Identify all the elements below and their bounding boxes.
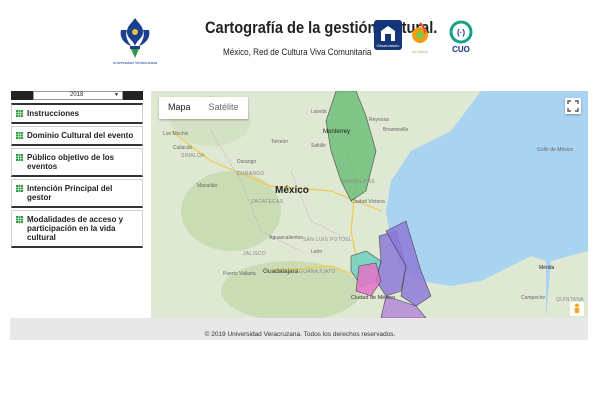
sidebar-item-intencion-principal[interactable]: Intención Principal del gestor (11, 179, 143, 208)
sidebar-item-instrucciones[interactable]: Instrucciones (11, 103, 143, 124)
cuo-logo-text: CUO (452, 45, 470, 54)
map-label-campeche: Campeche (521, 295, 545, 301)
observatorio-logo-text: Observatorio (377, 43, 401, 48)
map-label-vallarta: Puerto Vallarta (223, 271, 256, 277)
map-label-laredo: Laredo (311, 109, 327, 115)
map-label-culiacan: Culiacán (173, 145, 193, 151)
map-label-torreon: Torreón (271, 139, 288, 145)
sidebar-menu: Instrucciones Dominio Cultural del event… (11, 103, 143, 248)
map-label-country: México (275, 185, 309, 196)
tab-mapa[interactable]: Mapa (159, 97, 200, 119)
map-label-slp: SAN LUIS POTOSÍ (303, 236, 351, 243)
map-label-jalisco: JALISCO (243, 251, 266, 257)
map-label-mochis: Los Mochis (163, 131, 189, 137)
observatorio-logo: Observatorio (374, 20, 402, 50)
chevron-down-icon: ▼ (114, 92, 119, 98)
map-label-sinaloa: SINALOA (181, 153, 205, 159)
ic-logo: ixCultura (412, 22, 429, 54)
map-label-reynosa: Reynosa (369, 117, 389, 123)
map-label-mazatlan: Mazatlán (197, 183, 218, 189)
map-label-durango-city: Durango (237, 159, 256, 165)
grid-icon (16, 185, 23, 192)
year-select-value: 2018 (70, 92, 84, 98)
map-label-durango: DURANGO (237, 171, 265, 177)
grid-icon (16, 132, 23, 139)
page-subtitle: México, Red de Cultura Viva Comunitaria (223, 47, 372, 57)
map-label-guadalajara: Guadalajara (263, 268, 299, 275)
map-label-golfo: Golfo de México (537, 147, 573, 153)
tab-satelite[interactable]: Satélite (200, 97, 248, 119)
sidebar-item-label: Instrucciones (27, 109, 80, 118)
grid-icon (16, 154, 23, 161)
map-label-brownsville: Brownsville (383, 127, 409, 133)
map-view[interactable]: Monterrey Los Mochis Culiacán SINALOA Du… (151, 91, 588, 318)
ic-logo-text: ixCultura (412, 49, 429, 54)
university-caption: Universidad Veracruzana (112, 60, 158, 65)
sidebar-item-label: Intención Principal del gestor (27, 184, 113, 202)
sidebar: 2018 ▼ Instrucciones Dominio Cultural de… (11, 91, 143, 250)
map-label-cdmx: Ciudad de México (351, 295, 395, 301)
sidebar-item-dominio-cultural[interactable]: Dominio Cultural del evento (11, 126, 143, 146)
map-label-merida: Mérida (539, 265, 555, 271)
map-canvas[interactable]: Monterrey Los Mochis Culiacán SINALOA Du… (151, 91, 588, 318)
map-label-leon: León (311, 249, 322, 255)
grid-icon (16, 110, 23, 117)
fullscreen-button[interactable] (565, 98, 581, 114)
page-title: Cartografía de la gestión cultural. (205, 18, 438, 37)
sidebar-item-publico-objetivo[interactable]: Público objetivo de los eventos (11, 148, 143, 177)
sidebar-item-label: Dominio Cultural del evento (27, 131, 134, 140)
year-select[interactable]: 2018 ▼ (33, 91, 123, 100)
footer-copyright: © 2019 Universidad Veracruzana. Todos lo… (204, 331, 396, 338)
fullscreen-icon (567, 100, 579, 112)
map-label-saltillo: Saltillo (311, 143, 326, 149)
sidebar-item-label: Público objetivo de los eventos (27, 153, 115, 171)
map-label-zacatecas: ZACATECAS (251, 199, 284, 205)
street-view-button[interactable] (570, 302, 584, 316)
map-label-guanajuato: GUANAJUATO (299, 269, 336, 275)
pegman-icon (574, 303, 580, 313)
cuo-logo: (·) CUO (449, 20, 473, 54)
map-label-aguascalientes: Aguascalientes (269, 235, 303, 241)
sidebar-item-modalidades-acceso[interactable]: Modalidades de acceso y participación en… (11, 210, 143, 248)
map-type-tabs: Mapa Satélite (159, 97, 248, 119)
svg-text:(·): (·) (457, 28, 465, 37)
map-label-tamaulipas: TAMAULIPAS (341, 179, 375, 185)
sidebar-item-label: Modalidades de acceso y participación en… (27, 215, 124, 242)
map-label-monterrey: Monterrey (323, 129, 350, 135)
map-label-victoria: Ciudad Victoria (351, 199, 385, 205)
page-header: Universidad Veracruzana Cartografía de l… (0, 0, 600, 88)
grid-icon (16, 216, 23, 223)
